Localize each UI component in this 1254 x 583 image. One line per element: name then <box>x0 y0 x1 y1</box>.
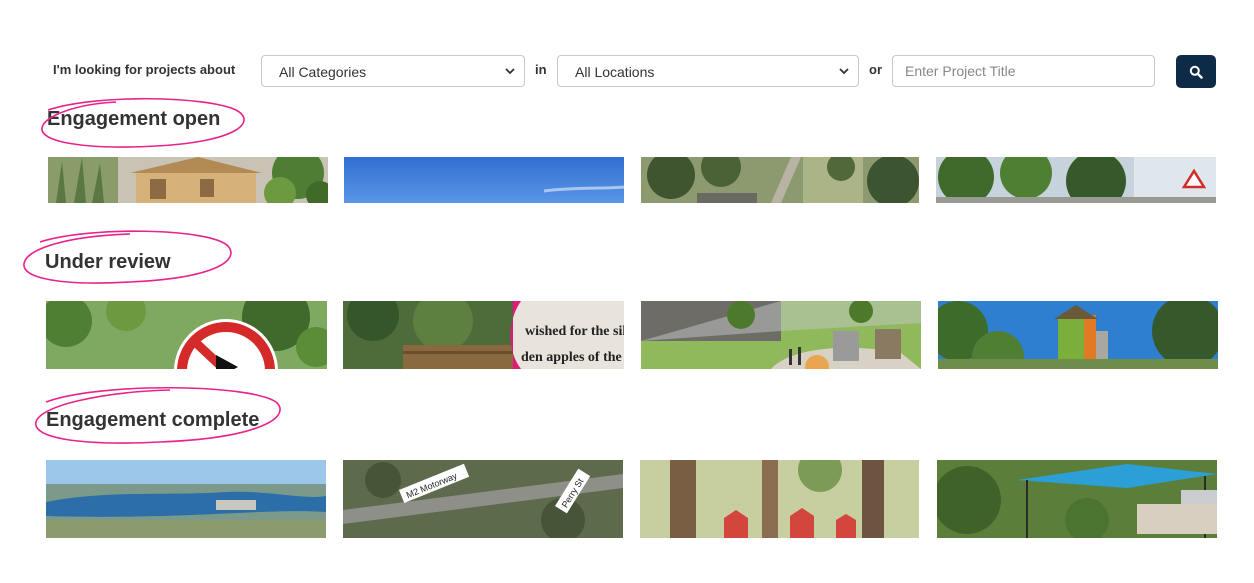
category-select[interactable]: All Categories <box>261 55 525 87</box>
project-thumbnail[interactable]: M2 Motorway Perry St <box>343 460 623 538</box>
project-thumbnail[interactable] <box>936 157 1216 203</box>
project-thumbnail[interactable] <box>641 301 921 369</box>
project-thumbnail[interactable]: wished for the silver an den apples of t… <box>343 301 624 369</box>
project-thumbnail[interactable] <box>640 460 919 538</box>
or-label: or <box>869 62 882 77</box>
location-select[interactable]: All Locations <box>557 55 859 87</box>
project-thumbnail[interactable] <box>937 460 1217 538</box>
project-thumbnail[interactable] <box>46 460 326 538</box>
project-filter-bar: I'm looking for projects about All Categ… <box>0 0 1254 100</box>
sign-text-line-1: wished for the silver an <box>525 324 624 339</box>
section-title-under-review: Under review <box>45 251 171 273</box>
project-thumbnail[interactable] <box>641 157 919 203</box>
in-label: in <box>535 62 547 77</box>
search-button[interactable] <box>1176 55 1216 88</box>
chevron-down-icon <box>505 68 515 75</box>
location-select-value: All Locations <box>575 64 655 80</box>
search-icon <box>1189 65 1203 79</box>
section-title-engagement-complete: Engagement complete <box>46 409 260 431</box>
filter-intro-label: I'm looking for projects about <box>53 62 236 77</box>
project-thumbnail[interactable] <box>48 157 328 203</box>
sign-text-line-2: den apples of the moon <box>521 350 624 365</box>
project-thumbnail[interactable] <box>344 157 624 203</box>
project-thumbnail[interactable] <box>46 301 327 369</box>
chevron-down-icon <box>839 68 849 75</box>
section-title-engagement-open: Engagement open <box>47 108 221 130</box>
project-title-input[interactable] <box>892 55 1155 87</box>
category-select-value: All Categories <box>279 64 367 80</box>
project-thumbnail[interactable] <box>938 301 1218 369</box>
